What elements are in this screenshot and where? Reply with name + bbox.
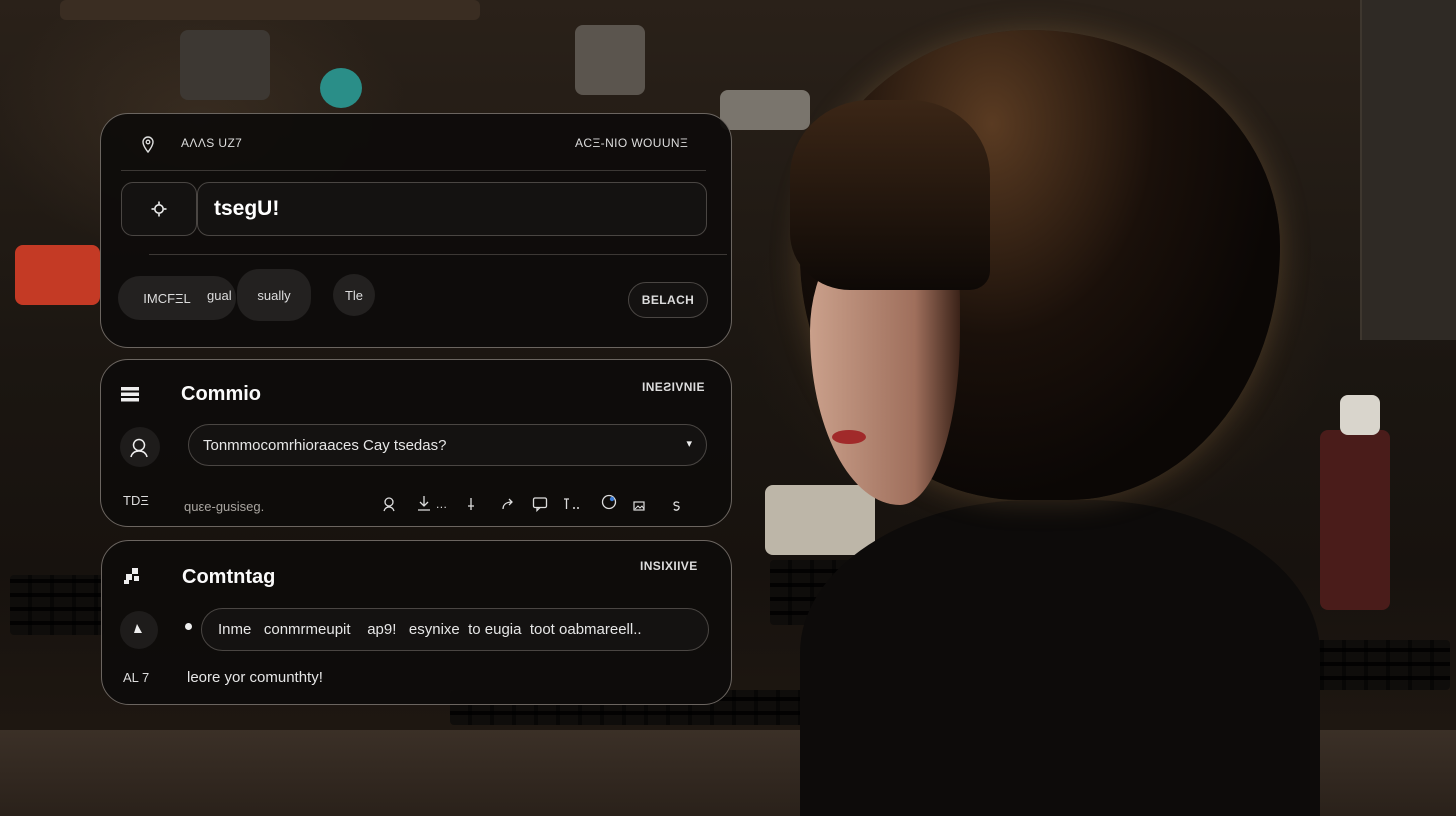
divider <box>149 254 727 255</box>
background-device <box>320 68 362 108</box>
topic-select[interactable]: Tonmmocomrhioraaces Cay tsedas? ▾ <box>188 424 707 466</box>
status-badge: INEƧIVNIE <box>642 380 705 394</box>
location-pin-icon[interactable] <box>137 134 159 156</box>
pin-icon[interactable] <box>465 495 477 513</box>
messaging-card: Comtntag INSIXIIVE Inme conmrmeupit ap9!… <box>101 540 732 705</box>
footer-hint: quεe-gusiseg. <box>184 499 265 514</box>
shelf <box>60 0 480 20</box>
footer-label: TDΞ <box>123 493 149 508</box>
community-card: Commio INEƧIVNIE Tonmmocomrhioraaces Cay… <box>100 359 732 527</box>
message-input[interactable]: Inme conmrmeupit ap9! esynixe to eugia t… <box>201 608 709 651</box>
search-card: AΛΛS UZ7 ACΞ-NIO WOUUNΞ tsegU! IMCFΞL gu… <box>100 113 732 348</box>
person-body <box>800 500 1320 816</box>
settings-small-icon[interactable] <box>669 499 683 513</box>
search-input-value: tsegU! <box>214 197 280 220</box>
message-icon[interactable] <box>531 495 549 513</box>
chip-filter[interactable]: sually <box>237 269 311 321</box>
footer-text: leore yor comunthty! <box>187 669 323 686</box>
edit-icon[interactable] <box>120 611 158 649</box>
text-icon[interactable] <box>561 495 583 513</box>
person-silhouette <box>780 0 1340 816</box>
chevron-down-icon: ▾ <box>686 438 692 450</box>
card-header-title: AΛΛS UZ7 <box>181 136 243 150</box>
user-icon[interactable] <box>120 427 160 467</box>
status-badge: INSIXIIVE <box>640 559 698 573</box>
divider <box>121 170 706 171</box>
menu-icon[interactable] <box>119 384 141 404</box>
background-bottle <box>1340 395 1380 435</box>
background-cabinet <box>1360 0 1456 340</box>
person-bangs <box>790 100 990 290</box>
share-icon[interactable] <box>499 495 517 513</box>
download-icon[interactable] <box>414 493 434 513</box>
gear-icon <box>151 201 167 217</box>
background-device <box>180 30 270 100</box>
search-input[interactable]: tsegU! <box>197 182 707 236</box>
card-title: Commio <box>181 383 261 405</box>
chip-filter-label[interactable]: gual <box>207 288 232 303</box>
person-lips <box>832 430 866 444</box>
image-icon[interactable] <box>632 499 646 513</box>
chip-filter[interactable]: Tle <box>333 274 375 316</box>
grid-icon[interactable] <box>121 565 143 587</box>
background-device <box>575 25 645 95</box>
card-title: Comtntag <box>182 566 276 588</box>
background-device <box>15 245 100 305</box>
bullet-dot <box>185 623 192 630</box>
settings-button[interactable] <box>121 182 197 236</box>
user-search-icon[interactable] <box>381 495 399 513</box>
footer-label: AL 7 <box>123 670 150 685</box>
background-keyboard <box>10 575 105 635</box>
toolbar-more: ... <box>436 497 448 511</box>
action-button[interactable]: BELACH <box>628 282 708 318</box>
emoji-icon[interactable] <box>599 492 619 512</box>
card-header-status: ACΞ-NIO WOUUNΞ <box>575 136 689 150</box>
